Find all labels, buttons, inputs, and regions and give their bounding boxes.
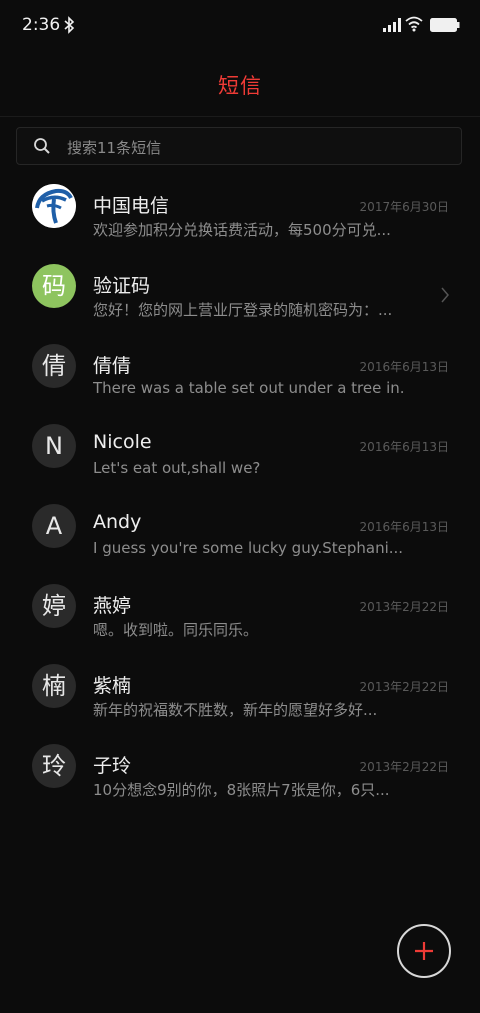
- conversation-preview: There was a table set out under a tree i…: [93, 379, 405, 397]
- conversation-preview: I guess you're some lucky guy.Stephani..…: [93, 539, 404, 557]
- conversation-date: 2013年2月22日: [359, 760, 449, 774]
- avatar: A: [32, 504, 76, 548]
- conversation-name: 验证码: [93, 275, 151, 297]
- battery-icon: [430, 18, 460, 32]
- avatar: 婷: [32, 584, 76, 628]
- status-bar: 2:36: [0, 0, 480, 52]
- conversation-date: 2013年2月22日: [359, 680, 449, 694]
- bluetooth-icon: [64, 16, 75, 34]
- conversation-preview: 欢迎参加积分兑换话费活动，每500分可兑...: [93, 221, 391, 239]
- avatar: [32, 184, 76, 228]
- conversation-item[interactable]: 玲 子玲 2013年2月22日 10分想念9别的你，8张照片7张是你，6只...: [0, 724, 480, 804]
- conversation-item[interactable]: 中国电信 2017年6月30日 欢迎参加积分兑换话费活动，每500分可兑...: [0, 164, 480, 244]
- conversation-item[interactable]: 楠 紫楠 2013年2月22日 新年的祝福数不胜数，新年的愿望好多好...: [0, 644, 480, 724]
- conversation-name: 燕婷: [93, 595, 132, 617]
- conversation-item[interactable]: N Nicole 2016年6月13日 Let's eat out,shall …: [0, 404, 480, 484]
- avatar: 楠: [32, 664, 76, 708]
- avatar: 玲: [32, 744, 76, 788]
- chevron-right-icon: [441, 287, 449, 303]
- conversation-name: 倩倩: [93, 355, 132, 377]
- conversation-name: 紫楠: [93, 675, 132, 697]
- conversation-name: 中国电信: [93, 195, 170, 217]
- conversation-date: 2016年6月13日: [359, 360, 449, 374]
- status-time: 2:36: [22, 15, 61, 35]
- avatar: N: [32, 424, 76, 468]
- conversation-item[interactable]: 倩 倩倩 2016年6月13日 There was a table set ou…: [0, 324, 480, 404]
- china-telecom-logo-icon: [32, 184, 76, 228]
- conversation-item[interactable]: 婷 燕婷 2013年2月22日 嗯。收到啦。同乐同乐。: [0, 564, 480, 644]
- conversation-preview: 10分想念9别的你，8张照片7张是你，6只...: [93, 781, 390, 799]
- conversation-list: 中国电信 2017年6月30日 欢迎参加积分兑换话费活动，每500分可兑... …: [0, 164, 480, 804]
- conversation-preview: Let's eat out,shall we?: [93, 459, 261, 477]
- avatar: 倩: [32, 344, 76, 388]
- search-placeholder: 搜索11条短信: [67, 139, 162, 157]
- header: 短信: [0, 52, 480, 117]
- conversation-name: Andy: [93, 511, 142, 533]
- signal-icon: [383, 18, 401, 32]
- wifi-icon: [405, 16, 423, 32]
- conversation-item[interactable]: 码 验证码 您好！您的网上营业厅登录的随机密码为：...: [0, 244, 480, 324]
- plus-icon: [415, 942, 433, 960]
- conversation-date: 2016年6月13日: [359, 440, 449, 454]
- search-input[interactable]: 搜索11条短信: [16, 127, 462, 165]
- search-icon: [34, 138, 50, 154]
- conversation-date: 2017年6月30日: [359, 200, 449, 214]
- conversation-date: 2016年6月13日: [359, 520, 449, 534]
- compose-button[interactable]: [397, 924, 451, 978]
- page-title: 短信: [218, 74, 262, 98]
- conversation-item[interactable]: A Andy 2016年6月13日 I guess you're some lu…: [0, 484, 480, 564]
- conversation-name: 子玲: [93, 755, 132, 777]
- conversation-preview: 您好！您的网上营业厅登录的随机密码为：...: [93, 301, 393, 319]
- conversation-preview: 新年的祝福数不胜数，新年的愿望好多好...: [93, 701, 378, 719]
- avatar: 码: [32, 264, 76, 308]
- conversation-preview: 嗯。收到啦。同乐同乐。: [93, 621, 259, 639]
- conversation-name: Nicole: [93, 431, 152, 453]
- conversation-date: 2013年2月22日: [359, 600, 449, 614]
